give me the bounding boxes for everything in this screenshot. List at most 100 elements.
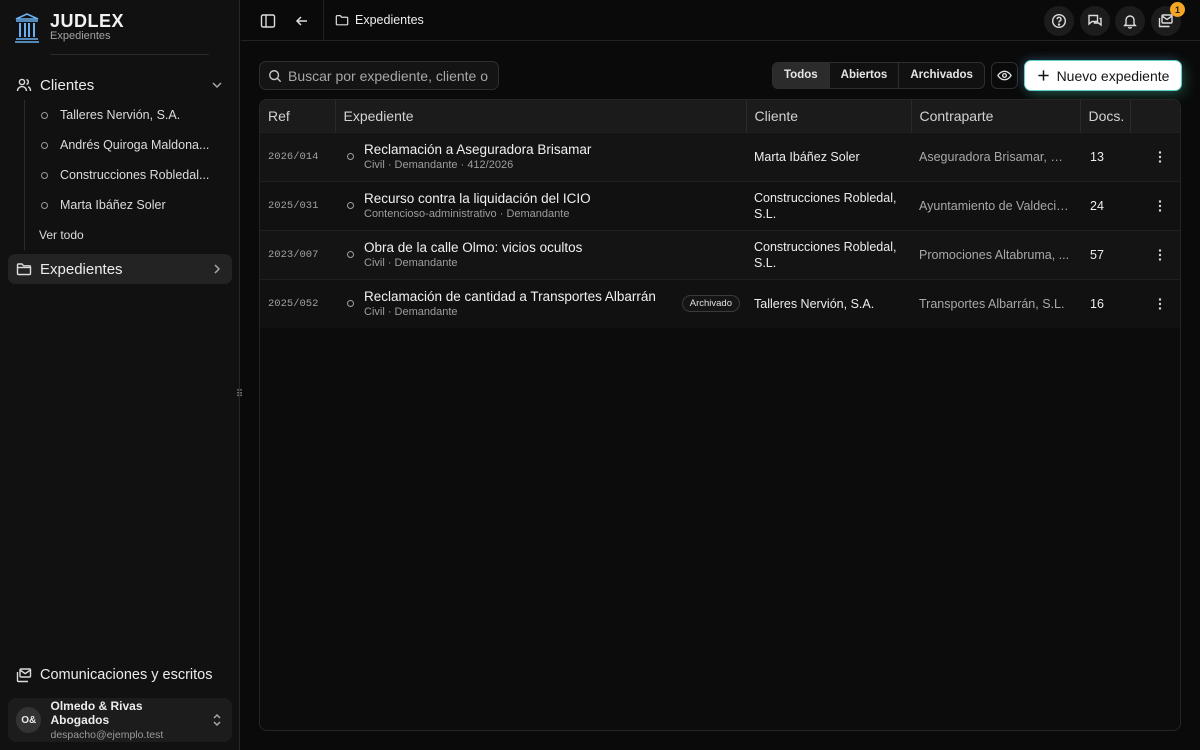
nav-clientes: Clientes Talleres Nervión, S.A. Andrés Q…: [8, 70, 232, 250]
status-badge: Archivado: [681, 295, 740, 313]
plus-icon: [1037, 70, 1049, 81]
client-label: Talleres Nervión, S.A.: [60, 108, 181, 122]
column-header-ref[interactable]: Ref: [260, 100, 335, 132]
row-ref: 2025/052: [268, 297, 319, 310]
row-meta: Civil · Demandante: [364, 257, 458, 269]
divider: [50, 54, 209, 55]
messages-button[interactable]: [1080, 6, 1110, 36]
filter-archivados[interactable]: Archivados: [898, 63, 984, 88]
row-title[interactable]: Obra de la calle Olmo: vicios ocultos: [364, 240, 582, 255]
expedientes-table: Ref Expediente Cliente Contraparte Docs.…: [259, 99, 1181, 731]
row-docs: 16: [1090, 296, 1104, 311]
chat-bubbles-icon: [1088, 14, 1102, 27]
nav-clientes-header[interactable]: Clientes: [8, 70, 232, 100]
row-ref: 2025/031: [268, 199, 319, 212]
notification-badge: 1: [1170, 2, 1185, 17]
filter-todos[interactable]: Todos: [773, 63, 829, 88]
client-label: Construcciones Robledal...: [60, 168, 210, 182]
table-row[interactable]: 2023/007 Obra de la calle Olmo: vicios o…: [260, 230, 1180, 279]
sidebar-item-client[interactable]: Construcciones Robledal...: [25, 160, 232, 190]
folder-icon: [16, 263, 32, 276]
more-vertical-icon[interactable]: [1138, 248, 1180, 262]
status-circle-icon: [347, 153, 354, 160]
arrow-left-icon: [295, 16, 307, 26]
more-vertical-icon[interactable]: [1138, 199, 1180, 213]
row-docs: 57: [1090, 247, 1104, 262]
filter-abiertos[interactable]: Abiertos: [828, 63, 899, 88]
table-header-row: Ref Expediente Cliente Contraparte Docs.: [260, 100, 1180, 132]
help-button[interactable]: [1044, 6, 1074, 36]
chevrons-up-down-icon: [210, 712, 224, 728]
nav-expedientes: Expedientes: [8, 254, 232, 284]
see-all-link[interactable]: Ver todo: [25, 220, 232, 250]
table-row[interactable]: 2025/052 Reclamación de cantidad a Trans…: [260, 279, 1180, 328]
more-vertical-icon[interactable]: [1138, 150, 1180, 164]
row-counterparty: Transportes Albarrán, S.L.: [919, 296, 1065, 311]
account-email: despacho@ejemplo.test: [50, 729, 164, 741]
nav-expedientes-header[interactable]: Expedientes: [8, 254, 232, 284]
search-box: [259, 61, 499, 90]
sidebar-item-client[interactable]: Marta Ibáñez Soler: [25, 190, 232, 220]
row-title[interactable]: Reclamación a Aseguradora Brisamar: [364, 142, 591, 157]
nav-expedientes-label: Expedientes: [40, 260, 123, 278]
help-circle-icon: [1051, 13, 1067, 29]
circle-icon: [41, 111, 48, 119]
column-header-actions: [1129, 100, 1180, 132]
sidebar-item-client[interactable]: Andrés Quiroga Maldona...: [25, 130, 232, 160]
new-expediente-button[interactable]: Nuevo expediente: [1025, 61, 1181, 90]
account-switcher[interactable]: O& Olmedo & Rivas Abogados despacho@ejem…: [8, 698, 232, 742]
row-docs: 13: [1090, 149, 1104, 164]
chevron-right-icon[interactable]: [210, 262, 224, 276]
client-label: Marta Ibáñez Soler: [60, 198, 166, 212]
topbar: Expedientes 1: [241, 0, 1200, 41]
row-client: Talleres Nervión, S.A.: [754, 296, 875, 311]
users-icon: [16, 78, 32, 92]
status-circle-icon: [347, 202, 354, 209]
row-client: Construcciones Robledal, S.L.: [754, 239, 897, 270]
columns-logo-icon: [15, 12, 39, 43]
row-counterparty: Promociones Altabruma, ...: [919, 247, 1070, 262]
search-input[interactable]: [288, 67, 493, 84]
sidebar-item-comunicaciones[interactable]: Comunicaciones y escritos: [8, 660, 232, 690]
row-title[interactable]: Reclamación de cantidad a Transportes Al…: [364, 289, 656, 304]
client-label: Andrés Quiroga Maldona...: [60, 138, 210, 152]
circle-icon: [41, 201, 48, 209]
table-row[interactable]: 2025/031 Recurso contra la liquidación d…: [260, 181, 1180, 230]
avatar: O&: [16, 707, 42, 733]
circle-icon: [41, 141, 48, 149]
row-meta: Contencioso-administrativo · Demandante: [364, 208, 570, 220]
folder-icon: [335, 15, 349, 26]
column-header-expediente[interactable]: Expediente: [334, 100, 746, 132]
column-header-docs[interactable]: Docs.: [1079, 100, 1130, 132]
row-title[interactable]: Recurso contra la liquidación del ICIO: [364, 191, 591, 206]
circle-icon: [41, 171, 48, 179]
column-header-contraparte[interactable]: Contraparte: [910, 100, 1080, 132]
comunicaciones-label: Comunicaciones y escritos: [40, 667, 213, 683]
back-button[interactable]: [289, 8, 315, 34]
toggle-sidebar-button[interactable]: [255, 8, 281, 34]
chevron-down-icon[interactable]: [210, 78, 224, 92]
brand[interactable]: JUDLEX Expedientes: [14, 12, 124, 43]
account-name: Olmedo & Rivas Abogados: [50, 699, 143, 727]
sidebar-resize-handle[interactable]: ⠿: [235, 388, 244, 402]
bell-icon: [1123, 15, 1137, 29]
view-options-button[interactable]: [991, 62, 1018, 89]
more-vertical-icon[interactable]: [1138, 297, 1180, 311]
sidebar-panel-icon: [260, 14, 276, 28]
table-row[interactable]: 2026/014 Reclamación a Aseguradora Brisa…: [260, 132, 1180, 181]
breadcrumb: Expedientes: [335, 13, 424, 27]
row-client: Construcciones Robledal, S.L.: [754, 190, 897, 221]
row-meta: Civil · Demandante: [364, 306, 458, 319]
status-circle-icon: [347, 251, 354, 258]
row-ref: 2023/007: [268, 248, 319, 261]
sidebar-item-client[interactable]: Talleres Nervión, S.A.: [25, 100, 232, 130]
column-header-cliente[interactable]: Cliente: [745, 100, 911, 132]
inbox-button[interactable]: 1: [1151, 2, 1185, 36]
notifications-button[interactable]: [1115, 6, 1145, 36]
row-counterparty: Ayuntamiento de Valdecie...: [919, 198, 1074, 213]
row-meta: Civil · Demandante · 412/2026: [364, 159, 514, 171]
mail-stack-icon: [16, 668, 32, 683]
inbox-stack-icon: [1158, 14, 1173, 28]
status-circle-icon: [347, 300, 354, 308]
nav-clientes-label: Clientes: [40, 76, 95, 94]
